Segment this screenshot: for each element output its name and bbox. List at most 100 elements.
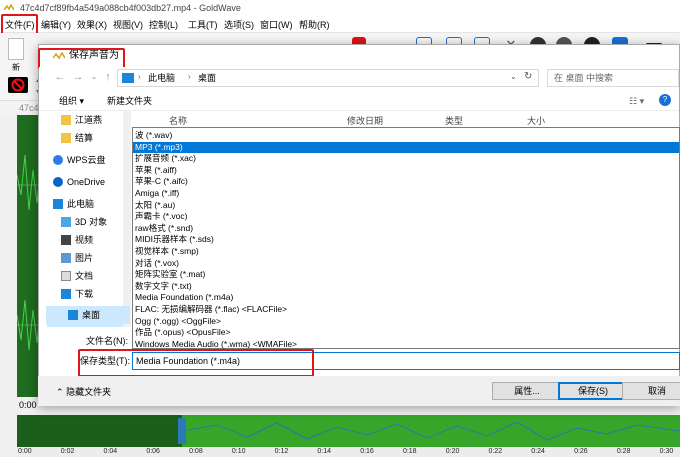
nav-item-desktop-row[interactable]: 桌面 <box>46 306 130 324</box>
timeline-tick-label: 0:12 <box>274 448 289 455</box>
menu-tools[interactable]: 工具(T) <box>185 17 221 33</box>
filetype-option[interactable]: 作品 (*.opus) <OpusFile> <box>133 327 679 339</box>
menu-effects[interactable]: 效果(X) <box>74 17 110 33</box>
menu-edit[interactable]: 编辑(Y) <box>38 17 74 33</box>
dialog-title-bar: 保存声音为 <box>39 45 679 67</box>
nav-item-label: WPS云盘 <box>67 155 106 165</box>
filetype-option[interactable]: 苹果 (*.aiff) <box>133 165 679 177</box>
recent-dropdown-icon[interactable]: ⌄ <box>87 70 101 84</box>
filetype-option[interactable]: 太阳 (*.au) <box>133 200 679 212</box>
nav-item-this-pc[interactable]: 此电脑 <box>47 195 131 213</box>
filetype-option[interactable]: 对话 (*.vox) <box>133 258 679 270</box>
no-entry-icon[interactable] <box>8 77 28 93</box>
breadcrumb-this-pc[interactable]: 此电脑 <box>148 72 175 85</box>
menu-help[interactable]: 帮助(R) <box>296 17 333 33</box>
nav-item-videos[interactable]: 视频 <box>47 231 131 249</box>
filetype-option[interactable]: Media Foundation (*.m4a) <box>133 292 679 304</box>
filetype-option[interactable]: 声霸卡 (*.voc) <box>133 211 679 223</box>
cloud-icon <box>53 155 63 165</box>
new-file-icon[interactable] <box>8 38 24 60</box>
save-button[interactable]: 保存(S) <box>558 382 628 400</box>
filetype-option[interactable]: Windows Media Audio (*.wma) <WMAFile> <box>133 339 679 351</box>
goldwave-logo-icon <box>4 4 14 11</box>
breadcrumb-separator: › <box>188 72 191 81</box>
nav-item-3d-objects[interactable]: 3D 对象 <box>47 213 131 231</box>
breadcrumb-desktop[interactable]: 桌面 <box>198 72 216 85</box>
filetype-option[interactable]: Amiga (*.iff) <box>133 188 679 200</box>
nav-item-label: 文档 <box>75 271 94 281</box>
nav-item-downloads[interactable]: 下载 <box>47 285 131 303</box>
menu-bar: 文件(F) 编辑(Y) 效果(X) 视图(V) 控制(L) 工具(T) 选项(S… <box>0 17 680 33</box>
timeline-tick-label: 0:26 <box>574 448 588 455</box>
view-options-icon[interactable]: ☷ ▾ <box>629 94 644 108</box>
filetype-option[interactable]: raw格式 (*.snd) <box>133 223 679 235</box>
filetype-option[interactable]: 波 (*.wav) <box>133 130 679 142</box>
filetype-select[interactable]: Media Foundation (*.m4a) <box>132 352 680 370</box>
nav-item-label: 江道燕 <box>75 115 103 125</box>
search-input[interactable]: 在 桌面 中搜索 <box>547 69 679 87</box>
address-bar-row: ← → ⌄ ↑ › 此电脑 › 桌面 ⌄ ↻ 在 桌面 中搜索 <box>39 67 679 89</box>
timeline-tick-label: 0:08 <box>189 448 203 455</box>
address-dropdown-icon[interactable]: ⌄ <box>510 72 517 81</box>
address-box[interactable]: › 此电脑 › 桌面 ⌄ ↻ <box>117 69 539 87</box>
timeline-tick-label: 0:06 <box>146 448 160 455</box>
filetype-option[interactable]: 苹果-C (*.aifc) <box>133 176 679 188</box>
timeline-tick-label: 0:22 <box>488 448 503 455</box>
back-arrow-icon[interactable]: ← <box>53 70 67 84</box>
folder-icon <box>61 115 71 125</box>
nav-item-wps-cloud[interactable]: WPS云盘 <box>47 151 131 169</box>
nav-item-folder-1[interactable]: 江道燕 <box>47 111 131 129</box>
menu-view[interactable]: 视图(V) <box>110 17 146 33</box>
nav-item-label: 结算 <box>75 133 94 143</box>
menu-options[interactable]: 选项(S) <box>221 17 257 33</box>
nav-item-label: OneDrive <box>67 177 106 187</box>
filetype-option[interactable]: 视觉样本 (*.smp) <box>133 246 679 258</box>
selection-end-handle[interactable] <box>178 418 186 444</box>
nav-item-label: 下载 <box>75 289 94 299</box>
filetype-option[interactable]: MP3 (*.mp3) <box>133 141 679 154</box>
filetype-option[interactable]: Ogg (*.ogg) <OggFile> <box>133 316 679 328</box>
new-folder-button[interactable]: 新建文件夹 <box>107 94 152 108</box>
picture-icon <box>61 253 71 263</box>
help-icon[interactable]: ? <box>659 94 671 106</box>
command-bar: 组织 ▾ 新建文件夹 ☷ ▾ ? <box>39 91 679 111</box>
filetype-option[interactable]: MIDI乐器样本 (*.sds) <box>133 234 679 246</box>
nav-item-pictures[interactable]: 图片 <box>47 249 131 267</box>
waveform-selection[interactable] <box>17 415 182 447</box>
nav-item-documents[interactable]: 文档 <box>47 267 131 285</box>
filetype-option[interactable]: 扩展音频 (*.xac) <box>133 153 679 165</box>
nav-item-folder-2[interactable]: 结算 <box>47 129 131 147</box>
menu-file[interactable]: 文件(F) <box>2 17 38 33</box>
desktop-icon <box>68 310 78 320</box>
navigation-scrollbar[interactable] <box>123 111 131 327</box>
timeline-tick-label: 0:28 <box>616 448 631 455</box>
computer-icon <box>53 199 63 209</box>
document-icon <box>61 271 71 281</box>
filetype-option[interactable]: 数字文字 (*.txt) <box>133 281 679 293</box>
refresh-icon[interactable]: ↻ <box>524 71 532 82</box>
video-icon <box>61 235 71 245</box>
forward-arrow-icon[interactable]: → <box>71 70 85 84</box>
new-button-label: 新 <box>12 63 20 72</box>
download-icon <box>61 289 71 299</box>
filetype-label: 保存类型(T): <box>80 356 130 366</box>
filename-label: 文件名(N): <box>86 336 128 346</box>
timeline-tick-label: 0:24 <box>531 448 545 455</box>
nav-item-onedrive[interactable]: OneDrive <box>47 173 131 191</box>
chevron-up-icon: ⌃ <box>56 387 64 397</box>
hide-folders-toggle[interactable]: ⌃ 隐藏文件夹 <box>56 385 111 398</box>
filetype-option[interactable]: 矩阵实验室 (*.mat) <box>133 269 679 281</box>
filetype-option[interactable]: FLAC: 无损编解码器 (*.flac) <FLACFile> <box>133 304 679 316</box>
timeline-tick-label: 0:10 <box>231 448 246 455</box>
cancel-button[interactable]: 取消 <box>622 382 680 400</box>
window-title: 47c4d7cf89fb4a549a088cb4f003db27.mp4 - G… <box>20 3 241 13</box>
menu-window[interactable]: 窗口(W) <box>257 17 296 33</box>
goldwave-logo-icon <box>53 52 65 60</box>
properties-button[interactable]: 属性... <box>492 382 562 400</box>
folder-icon <box>61 133 71 143</box>
computer-icon <box>122 73 134 83</box>
up-arrow-icon[interactable]: ↑ <box>101 70 115 84</box>
organize-button[interactable]: 组织 ▾ <box>59 94 84 108</box>
menu-control[interactable]: 控制(L) <box>146 17 181 33</box>
dialog-button-bar: ⌃ 隐藏文件夹 属性... 保存(S) 取消 <box>38 376 680 406</box>
